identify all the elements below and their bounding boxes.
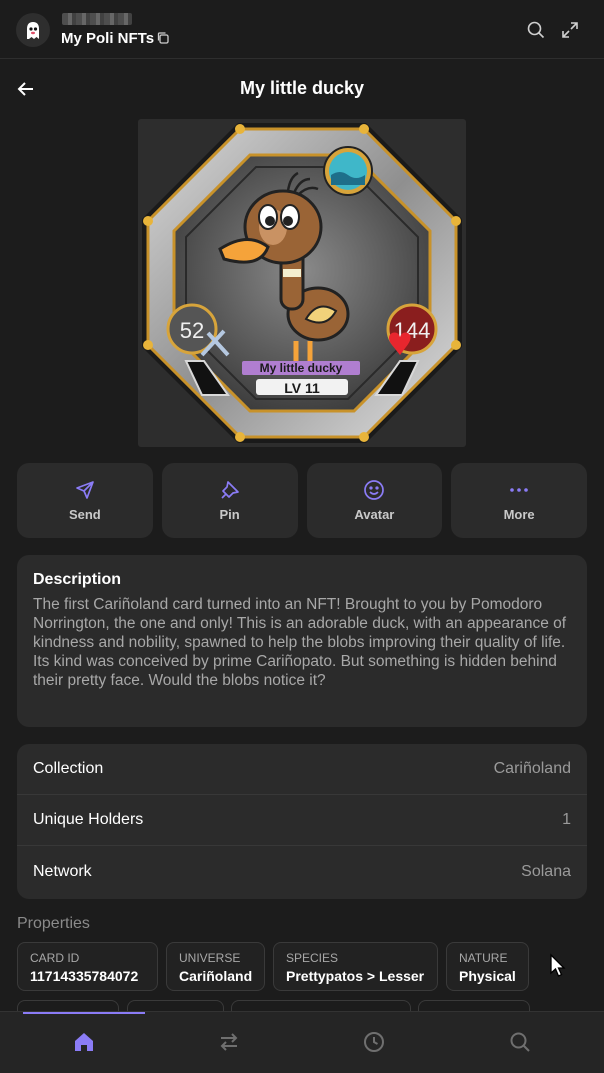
account-name[interactable]: My Poli NFTs	[61, 30, 154, 47]
copy-icon[interactable]	[156, 31, 170, 45]
account-address-blurred	[62, 13, 132, 25]
info-label: Network	[33, 862, 92, 880]
property-value: Physical	[459, 968, 516, 984]
property-key: NATURE	[459, 951, 508, 965]
info-row-unique-holders: Unique Holders 1	[17, 795, 587, 846]
send-label: Send	[68, 507, 101, 522]
mouse-cursor-icon	[550, 953, 566, 977]
search-nav-icon[interactable]	[508, 1030, 532, 1054]
property-value: 11714335784072	[30, 968, 139, 984]
pin-label: Pin	[219, 507, 240, 522]
pin-icon	[221, 481, 239, 499]
swap-icon[interactable]	[217, 1030, 241, 1054]
send-icon	[76, 481, 94, 499]
attack-value: 52	[180, 318, 204, 343]
property-value: Prettypatos > Lesser	[286, 968, 425, 984]
send-button[interactable]: Send	[17, 463, 153, 538]
avatar-label: Avatar	[354, 507, 395, 522]
info-value: 1	[562, 811, 571, 828]
property-key: CARD ID	[30, 951, 80, 965]
description-body: The first Cariñoland card turned into an…	[33, 596, 567, 689]
smiley-icon	[364, 480, 385, 500]
property-key: SPECIES	[286, 951, 339, 965]
info-label: Unique Holders	[33, 811, 144, 828]
property-chip: UNIVERSE Cariñoland	[166, 942, 265, 991]
property-chip: CARD ID 11714335784072	[17, 942, 158, 991]
description-title: Description	[33, 571, 122, 588]
info-table: Collection Cariñoland Unique Holders 1 N…	[17, 744, 587, 899]
card-level: LV 11	[284, 380, 320, 396]
info-row-network: Network Solana	[17, 846, 587, 897]
bottom-nav	[0, 1011, 604, 1073]
pin-button[interactable]: Pin	[161, 463, 298, 538]
top-bar: My Poli NFTs	[0, 0, 604, 59]
active-tab-indicator	[23, 1012, 145, 1014]
properties-title: Properties	[17, 915, 90, 932]
property-chip: SPECIES Prettypatos > Lesser	[273, 942, 438, 991]
card-name-banner: My little ducky	[260, 361, 343, 375]
avatar[interactable]	[16, 13, 50, 47]
info-value: Cariñoland	[493, 760, 571, 777]
history-icon[interactable]	[362, 1030, 386, 1054]
description-card: Description The first Cariñoland card tu…	[17, 555, 587, 727]
property-key: UNIVERSE	[179, 951, 241, 965]
property-chip: NATURE Physical	[446, 942, 529, 991]
expand-icon[interactable]	[560, 20, 580, 40]
ghost-avatar-icon	[27, 22, 39, 39]
nft-image[interactable]: 52 144 My little ducky LV 11	[138, 119, 466, 447]
nft-card-illustration: 52 144 My little ducky LV 11	[142, 123, 462, 443]
info-value: Solana	[521, 862, 571, 880]
info-label: Collection	[33, 760, 104, 777]
action-bar: Send Pin Avatar More	[17, 463, 587, 538]
page-title: My little ducky	[239, 78, 365, 98]
more-icon	[510, 488, 528, 492]
info-row-collection[interactable]: Collection Cariñoland	[17, 744, 587, 795]
home-icon[interactable]	[72, 1030, 96, 1054]
more-button[interactable]: More	[451, 463, 587, 538]
avatar-button[interactable]: Avatar	[306, 463, 443, 538]
more-label: More	[503, 507, 535, 522]
search-icon[interactable]	[526, 20, 546, 40]
property-value: Cariñoland	[179, 968, 253, 984]
